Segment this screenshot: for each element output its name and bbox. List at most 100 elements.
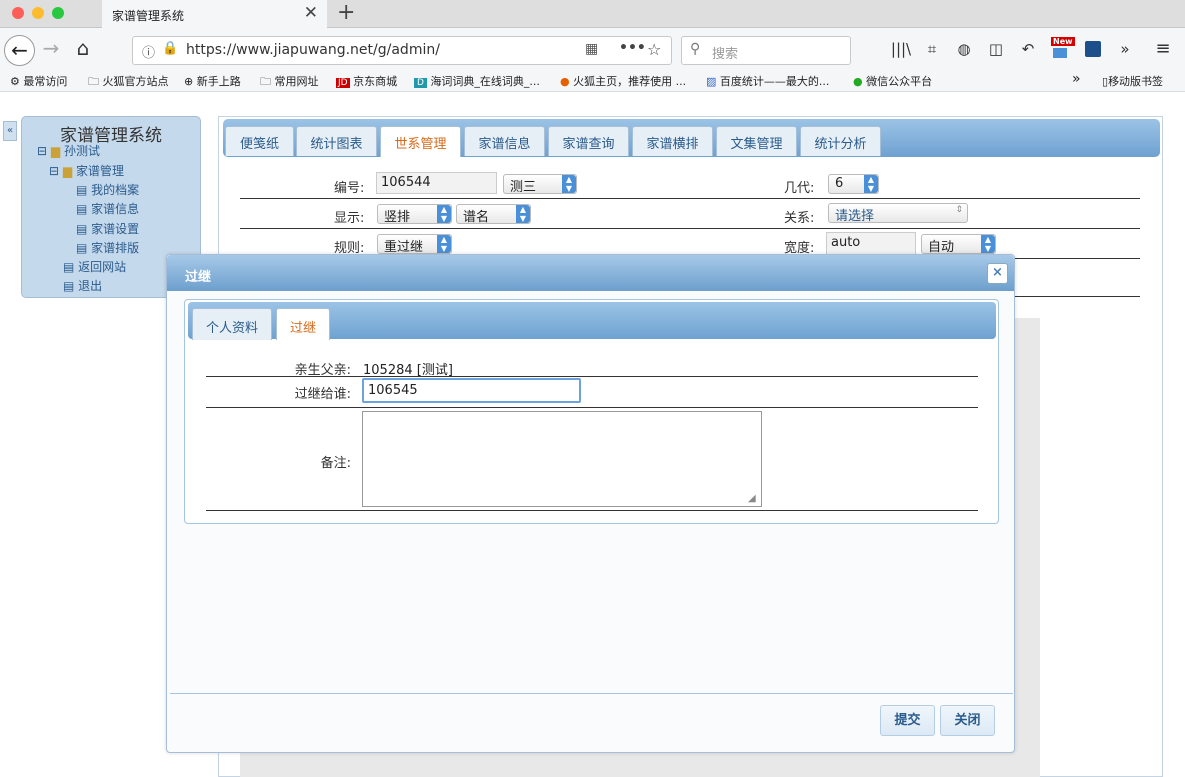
sidebar-icon[interactable]: ◫ [983, 40, 1009, 58]
dialog-header: 过继 × [167, 255, 1014, 291]
width-field[interactable]: auto [826, 232, 916, 256]
tab-lineage[interactable]: 世系管理 [380, 126, 461, 157]
tab-charts[interactable]: 统计图表 [296, 126, 377, 156]
tree-group[interactable]: ⊟ ▆ 家谱管理 [49, 162, 124, 179]
titlebar: 家谱管理系统 ✕ + [0, 0, 1185, 28]
tree-item-profile[interactable]: ▤ 我的档案 [76, 181, 139, 198]
folder-icon: 🗀 [260, 75, 271, 88]
info-icon[interactable]: ⓘ [142, 42, 155, 61]
browser-tab[interactable]: 家谱管理系统 ✕ [102, 0, 327, 28]
overflow-icon[interactable]: » [1112, 40, 1138, 58]
bookmark-item[interactable]: D 海词词典_在线词典_... [414, 73, 540, 89]
close-icon[interactable]: × [987, 263, 1008, 284]
tree-root[interactable]: ⊟ ▆ 孙测试 [37, 142, 100, 159]
tree-link-back[interactable]: ▤ 返回网站 [63, 258, 126, 275]
tab-personal-info[interactable]: 个人资料 [192, 308, 272, 340]
tab-horizontal[interactable]: 家谱横排 [632, 126, 713, 156]
chevron-down-icon: ⇕ [955, 205, 963, 215]
bookmark-item[interactable]: ▨ 百度统计——最大的... [706, 73, 829, 89]
tree-item-settings[interactable]: ▤ 家谱设置 [76, 220, 139, 237]
display-label: 显示: [334, 211, 365, 226]
submit-button[interactable]: 提交 [880, 705, 935, 736]
library-icon[interactable]: |||\ [888, 40, 914, 58]
bookmark-item[interactable]: 🗀 火狐官方站点 [88, 73, 169, 92]
form-row [240, 170, 1140, 199]
bookmark-item[interactable]: ⊕ 新手上路 [184, 73, 241, 89]
globe-icon[interactable]: ◍ [951, 40, 977, 58]
firefox-icon: ● [560, 75, 570, 88]
bookmark-item[interactable]: ⚙ 最常访问 [10, 73, 67, 89]
dialog-form-panel: 个人资料 过继 亲生父亲: 105284 [测试] 过继给谁: 106545 备… [184, 299, 999, 524]
collapse-sidebar-icon[interactable]: « [3, 121, 17, 141]
width-mode-select[interactable]: 自动 ▲ ▼ [921, 234, 996, 255]
tab-analysis[interactable]: 统计分析 [800, 126, 881, 156]
bookmark-item[interactable]: 🗀 常用网址 [260, 73, 319, 92]
url-text: https://www.jiapuwang.net/g/admin/ [186, 42, 440, 58]
new-extension-icon[interactable]: New [1051, 37, 1075, 61]
close-tab-icon[interactable]: ✕ [304, 3, 318, 23]
select-arrow-icon: ▲ ▼ [981, 235, 995, 253]
number-field[interactable]: 106544 [376, 172, 497, 194]
display-select[interactable]: 竖排 ▲ ▼ [377, 204, 452, 225]
note-textarea[interactable] [362, 411, 762, 507]
mobile-bookmarks[interactable]: ▯移动版书签 [1102, 73, 1163, 89]
chart-icon: ▨ [706, 75, 717, 88]
undo-icon[interactable]: ↶ [1015, 40, 1041, 58]
new-badge: New [1051, 37, 1075, 46]
bookmark-star-icon[interactable]: ☆ [647, 40, 661, 59]
qr-code-icon[interactable]: ▦ [585, 41, 598, 57]
tab-adoption[interactable]: 过继 [276, 308, 330, 340]
bookmark-item[interactable]: ● 火狐主页，推荐使用 ... [560, 73, 686, 89]
url-bar[interactable]: ⓘ 🔒 https://www.jiapuwang.net/g/admin/ ▦… [132, 36, 672, 65]
jd-icon: JD [336, 78, 350, 88]
page-icon: ▤ [76, 222, 88, 236]
home-icon[interactable]: ⌂ [70, 36, 96, 60]
note-label: 备注: [320, 456, 351, 471]
dialog-title: 过继 [185, 270, 212, 285]
more-icon[interactable]: ••• [619, 40, 646, 56]
bookmark-item[interactable]: ● 微信公众平台 [853, 73, 932, 89]
search-box[interactable]: ⚲ 搜索 [681, 36, 851, 65]
relation-select[interactable]: 请选择 ⇕ [828, 203, 968, 224]
number-label: 编号: [334, 181, 365, 196]
close-window-icon[interactable] [12, 7, 24, 19]
tab-notes[interactable]: 便笺纸 [225, 126, 294, 156]
dialog-tabs: 个人资料 过继 [188, 302, 996, 340]
select-arrow-icon: ▲ ▼ [562, 175, 576, 193]
maximize-window-icon[interactable] [52, 7, 64, 19]
tab-family-info[interactable]: 家谱信息 [464, 126, 545, 156]
new-tab-icon[interactable]: + [337, 0, 355, 25]
display-mode-select[interactable]: 谱名 ▲ ▼ [456, 204, 531, 225]
close-button[interactable]: 关闭 [940, 705, 995, 736]
select-arrow-icon: ▲ ▼ [516, 205, 530, 223]
minimize-window-icon[interactable] [32, 7, 44, 19]
browser-tab-title: 家谱管理系统 [112, 9, 185, 23]
tree-link-logout[interactable]: ▤ 退出 [63, 277, 102, 294]
dict-icon: D [414, 78, 427, 88]
page-icon: ▤ [63, 279, 75, 293]
globe-icon: ⊕ [184, 75, 194, 88]
menu-icon[interactable]: ≡ [1150, 38, 1176, 59]
resize-handle-icon[interactable]: ◢ [748, 493, 756, 504]
forward-icon[interactable]: → [38, 36, 64, 60]
rule-select[interactable]: 重过继 ▲ ▼ [377, 234, 452, 255]
bookmark-item[interactable]: JD 京东商城 [336, 73, 397, 89]
name-select[interactable]: 测三 ▲ ▼ [503, 174, 577, 195]
tab-family-query[interactable]: 家谱查询 [548, 126, 629, 156]
folder-icon: ▆ [62, 164, 73, 178]
page-icon: ▤ [63, 260, 75, 274]
adopt-input[interactable]: 106545 [362, 378, 581, 403]
crop-icon[interactable]: ⌗ [919, 40, 945, 58]
tree-item-info[interactable]: ▤ 家谱信息 [76, 200, 139, 217]
select-arrow-icon: ▲ ▼ [437, 235, 451, 253]
stats-extension-icon[interactable] [1085, 41, 1101, 57]
page-icon: ▤ [76, 183, 88, 197]
wechat-icon: ● [853, 75, 863, 88]
tab-articles[interactable]: 文集管理 [716, 126, 797, 156]
back-icon[interactable]: ← [4, 35, 35, 66]
tree-item-layout[interactable]: ▤ 家谱排版 [76, 239, 139, 256]
note-row: 备注: ◢ [206, 409, 978, 511]
page-icon: ▤ [76, 202, 88, 216]
chevron-right-icon[interactable]: » [1072, 71, 1081, 87]
generation-select[interactable]: 6 ▲ ▼ [828, 174, 879, 194]
